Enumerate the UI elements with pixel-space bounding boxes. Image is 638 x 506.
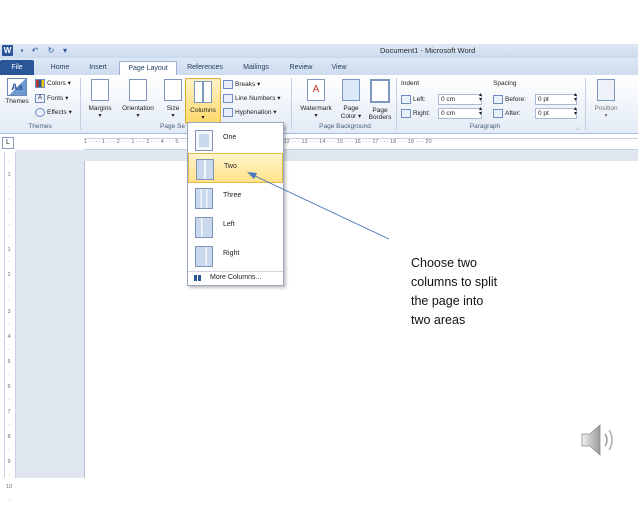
annotation-line: columns to split — [411, 275, 498, 289]
arrow-head — [247, 172, 257, 179]
arrow-line — [252, 174, 390, 240]
annotation-text: Choose two columns to split the page int… — [411, 254, 531, 330]
speaker-icon[interactable] — [578, 420, 622, 460]
annotation-line: Choose two — [411, 256, 478, 270]
annotation-arrow — [247, 172, 390, 240]
annotation-line: two areas — [411, 313, 466, 327]
annotation-line: the page into — [411, 294, 484, 308]
